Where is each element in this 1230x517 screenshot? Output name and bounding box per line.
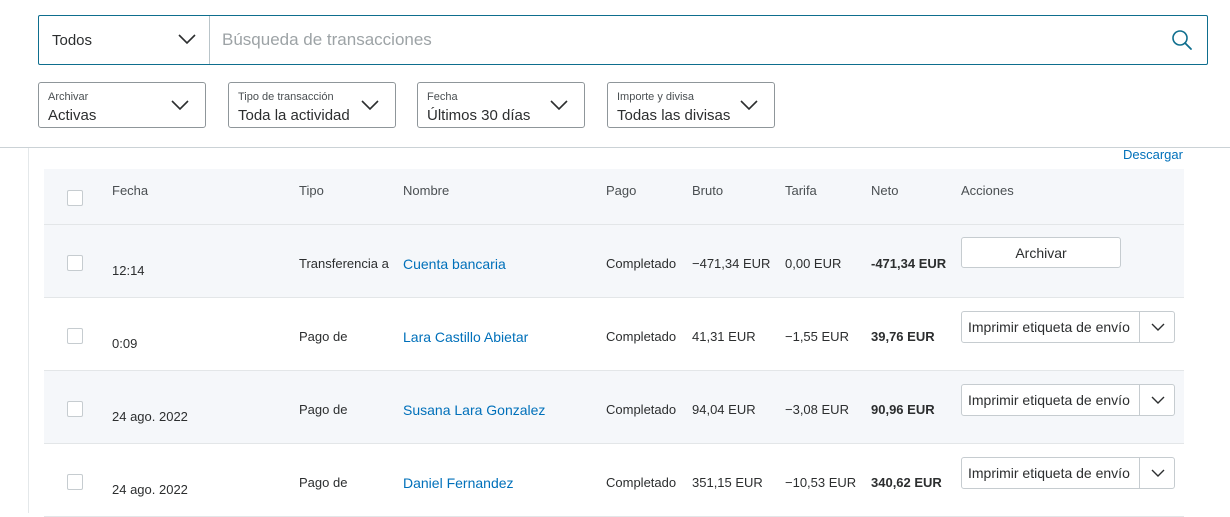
print-label-split-button: Imprimir etiqueta de envío	[961, 384, 1175, 416]
header-status: Pago	[606, 183, 637, 198]
row-date: 12:14	[112, 263, 145, 278]
row-net: 39,76 EUR	[871, 329, 935, 344]
row-checkbox[interactable]	[67, 401, 83, 417]
filter-value: Todas las divisas	[617, 107, 731, 124]
filter-label: Importe y divisa	[617, 91, 695, 103]
row-gross: 94,04 EUR	[692, 402, 756, 417]
search-scope-label: Todos	[52, 32, 93, 49]
table-row[interactable]: 24 ago. 2022 Pago de Daniel Fernandez Co…	[44, 444, 1184, 517]
print-label-menu-button[interactable]	[1141, 312, 1175, 342]
row-checkbox[interactable]	[67, 328, 83, 344]
table-row[interactable]: 24 ago. 2022 Pago de Susana Lara Gonzale…	[44, 371, 1184, 444]
filter-value: Toda la actividad	[238, 107, 350, 124]
download-link[interactable]: Descargar	[1123, 147, 1183, 162]
chevron-down-icon	[171, 100, 189, 111]
filter-value: Últimos 30 días	[427, 107, 531, 124]
print-label-split-button: Imprimir etiqueta de envío	[961, 311, 1175, 343]
header-gross: Bruto	[692, 183, 724, 198]
chevron-down-icon	[178, 34, 196, 45]
chevron-down-icon	[740, 100, 758, 111]
search-icon[interactable]	[1171, 29, 1193, 51]
table-row[interactable]: 12:14 Transferencia a Cuenta bancaria Co…	[44, 225, 1184, 298]
print-label-split-button: Imprimir etiqueta de envío	[961, 457, 1175, 489]
chevron-down-icon	[1151, 396, 1165, 404]
row-net: 90,96 EUR	[871, 402, 935, 417]
row-type: Transferencia a	[299, 256, 389, 271]
print-label-button[interactable]: Imprimir etiqueta de envío	[962, 458, 1140, 488]
row-name-link[interactable]: Susana Lara Gonzalez	[403, 402, 545, 418]
row-date: 24 ago. 2022	[112, 409, 188, 424]
row-fee: −1,55 EUR	[785, 329, 849, 344]
chevron-down-icon	[550, 100, 568, 111]
row-type: Pago de	[299, 329, 348, 344]
filter-header: Todos Archivar Activas Tipo de transacci…	[0, 0, 1230, 148]
header-name: Nombre	[403, 183, 450, 198]
row-gross: 41,31 EUR	[692, 329, 756, 344]
table-header: Fecha Tipo Nombre Pago Bruto Tarifa Neto…	[44, 169, 1184, 225]
archive-button[interactable]: Archivar	[961, 237, 1121, 268]
filter-transaction-type[interactable]: Tipo de transacción Toda la actividad	[228, 82, 396, 128]
row-fee: 0,00 EUR	[785, 256, 842, 271]
filter-label: Fecha	[427, 91, 458, 103]
row-fee: −10,53 EUR	[785, 475, 857, 490]
row-status: Completado	[606, 475, 677, 490]
table-row[interactable]: 0:09 Pago de Lara Castillo Abietar Compl…	[44, 298, 1184, 371]
search-input[interactable]	[211, 16, 1172, 64]
chevron-down-icon	[361, 100, 379, 111]
row-name-link[interactable]: Lara Castillo Abietar	[403, 329, 528, 345]
filter-amount-currency[interactable]: Importe y divisa Todas las divisas	[607, 82, 775, 128]
search-bar: Todos	[38, 15, 1208, 65]
header-net: Neto	[871, 183, 899, 198]
row-status: Completado	[606, 329, 677, 344]
row-net: -471,34 EUR	[871, 256, 947, 271]
header-actions: Acciones	[961, 183, 1014, 198]
header-type: Tipo	[299, 183, 324, 198]
transactions-table: Fecha Tipo Nombre Pago Bruto Tarifa Neto…	[44, 169, 1184, 517]
chevron-down-icon	[1151, 469, 1165, 477]
header-fee: Tarifa	[785, 183, 817, 198]
header-date[interactable]: Fecha	[112, 183, 148, 198]
filter-archive[interactable]: Archivar Activas	[38, 82, 206, 128]
print-label-menu-button[interactable]	[1141, 385, 1175, 415]
filter-value: Activas	[48, 107, 97, 124]
chevron-down-icon	[1151, 323, 1165, 331]
row-date: 0:09	[112, 336, 138, 351]
row-name-link[interactable]: Cuenta bancaria	[403, 256, 506, 272]
row-type: Pago de	[299, 475, 348, 490]
row-type: Pago de	[299, 402, 348, 417]
row-fee: −3,08 EUR	[785, 402, 849, 417]
row-name-link[interactable]: Daniel Fernandez	[403, 475, 514, 491]
row-checkbox[interactable]	[67, 255, 83, 271]
print-label-menu-button[interactable]	[1141, 458, 1175, 488]
print-label-button[interactable]: Imprimir etiqueta de envío	[962, 312, 1140, 342]
row-gross: 351,15 EUR	[692, 475, 763, 490]
row-date: 24 ago. 2022	[112, 482, 188, 497]
select-all-checkbox[interactable]	[67, 190, 83, 206]
print-label-button[interactable]: Imprimir etiqueta de envío	[962, 385, 1140, 415]
row-status: Completado	[606, 256, 677, 271]
filter-date[interactable]: Fecha Últimos 30 días	[417, 82, 585, 128]
filter-label: Tipo de transacción	[238, 91, 334, 103]
filter-label: Archivar	[48, 91, 89, 103]
row-checkbox[interactable]	[67, 474, 83, 490]
search-scope-dropdown[interactable]: Todos	[39, 16, 210, 64]
row-status: Completado	[606, 402, 677, 417]
row-gross: −471,34 EUR	[692, 256, 771, 271]
row-net: 340,62 EUR	[871, 475, 942, 490]
